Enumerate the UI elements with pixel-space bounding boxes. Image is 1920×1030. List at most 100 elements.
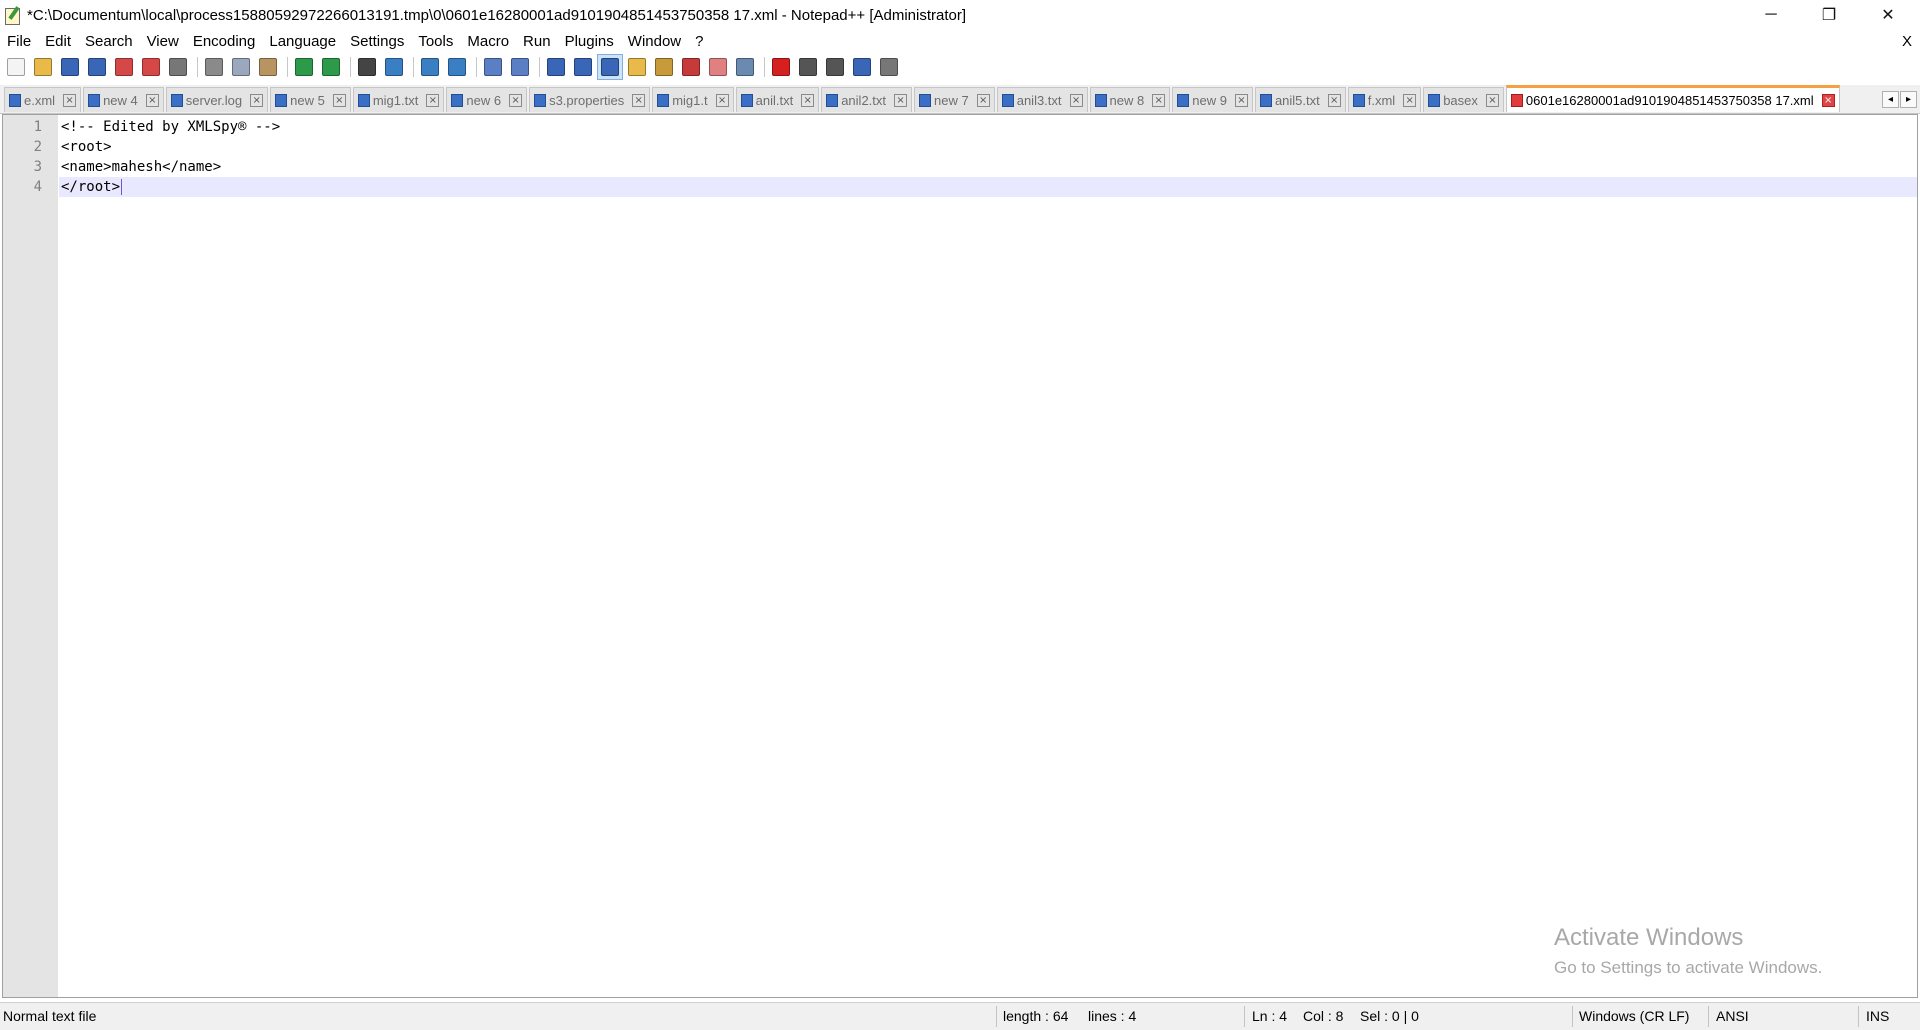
tab-close-icon[interactable]: × — [1234, 93, 1248, 107]
tab-new-9[interactable]: new 9 × — [1172, 87, 1253, 112]
cut-button[interactable] — [202, 55, 226, 79]
function-list-button[interactable] — [652, 55, 676, 79]
run-macro-multiple-button[interactable] — [850, 55, 874, 79]
tab-mig1-t[interactable]: mig1.t × — [652, 87, 734, 112]
play-macro-button[interactable] — [823, 55, 847, 79]
tab-new-8[interactable]: new 8 × — [1089, 87, 1171, 112]
new-file-button[interactable] — [4, 55, 28, 79]
menu-search[interactable]: Search — [78, 30, 140, 53]
tab-close-icon[interactable]: × — [1403, 93, 1417, 107]
menu-help[interactable]: ? — [688, 30, 710, 53]
tab-close-icon[interactable]: × — [63, 93, 77, 107]
menu-window[interactable]: Window — [621, 30, 688, 53]
menu-view[interactable]: View — [140, 30, 186, 53]
tab-close-icon[interactable]: × — [801, 93, 815, 107]
menu-settings[interactable]: Settings — [343, 30, 411, 53]
show-all-characters-button[interactable] — [571, 55, 595, 79]
tab-close-icon[interactable]: × — [1485, 93, 1499, 107]
tab-0601e16280001ad9101904851453750358-17-xml[interactable]: 0601e16280001ad9101904851453750358 17.xm… — [1505, 85, 1840, 112]
find-button[interactable] — [355, 55, 379, 79]
tab-close-icon[interactable]: × — [632, 93, 646, 107]
line-number[interactable]: 1 — [34, 117, 42, 137]
tab-new-6[interactable]: new 6 × — [446, 87, 528, 112]
tab-basex[interactable]: basex × — [1423, 87, 1504, 112]
line-number[interactable]: 3 — [34, 157, 42, 177]
tab-close-icon[interactable]: × — [1327, 93, 1341, 107]
save-all-button[interactable] — [85, 55, 109, 79]
tab-s3-properties[interactable]: s3.properties × — [529, 87, 651, 112]
tab-anil5-txt[interactable]: anil5.txt × — [1254, 87, 1346, 112]
open-file-button[interactable] — [31, 55, 55, 79]
redo-button[interactable] — [319, 55, 343, 79]
tab-f-xml[interactable]: f.xml × — [1347, 87, 1422, 112]
code-line[interactable]: <name>mahesh</name> — [59, 157, 1917, 177]
notepadpp-app-icon[interactable] — [3, 6, 21, 25]
sync-horizontal-button[interactable] — [508, 55, 532, 79]
tab-close-icon[interactable]: × — [1152, 93, 1166, 107]
menu-language[interactable]: Language — [262, 30, 343, 53]
user-lang-button[interactable] — [679, 55, 703, 79]
maximize-button[interactable]: ❐ — [1801, 0, 1857, 30]
line-number[interactable]: 2 — [34, 137, 42, 157]
folder-workspace-button[interactable] — [706, 55, 730, 79]
close-window-button[interactable]: ✕ — [1860, 0, 1916, 30]
word-wrap-button[interactable] — [544, 55, 568, 79]
tab-anil2-txt[interactable]: anil2.txt × — [821, 87, 913, 112]
status-eol-format[interactable]: Windows (CR LF) — [1579, 1003, 1689, 1030]
close-document-x[interactable]: X — [1902, 30, 1912, 53]
menu-file[interactable]: File — [0, 30, 38, 53]
tab-close-icon[interactable]: × — [1069, 93, 1083, 107]
tab-close-icon[interactable]: × — [332, 93, 346, 107]
sync-vertical-button[interactable] — [481, 55, 505, 79]
save-button[interactable] — [58, 55, 82, 79]
copy-button[interactable] — [229, 55, 253, 79]
monitoring-button[interactable] — [733, 55, 757, 79]
tab-close-icon[interactable]: × — [250, 93, 264, 107]
paste-button[interactable] — [256, 55, 280, 79]
tab-close-icon[interactable]: × — [426, 93, 440, 107]
close-all-button[interactable] — [139, 55, 163, 79]
line-number-gutter[interactable]: 1234 — [3, 115, 58, 997]
tab-new-4[interactable]: new 4 × — [83, 87, 164, 112]
tab-server-log[interactable]: server.log × — [165, 87, 269, 112]
code-line[interactable]: <!-- Edited by XMLSpy® --> — [59, 117, 1917, 137]
tab-anil3-txt[interactable]: anil3.txt × — [996, 87, 1088, 112]
menu-edit[interactable]: Edit — [38, 30, 78, 53]
menu-run[interactable]: Run — [516, 30, 558, 53]
minimize-button[interactable]: ─ — [1743, 0, 1799, 30]
tab-scroll-right-button[interactable]: ▸ — [1900, 91, 1917, 108]
code-text-area[interactable]: <!-- Edited by XMLSpy® --> <root> <name>ma… — [59, 117, 1917, 197]
code-line[interactable]: </root> — [59, 177, 1917, 197]
menu-tools[interactable]: Tools — [411, 30, 460, 53]
tab-close-icon[interactable]: × — [1821, 93, 1835, 107]
record-macro-button[interactable] — [769, 55, 793, 79]
line-number[interactable]: 4 — [34, 177, 42, 197]
stop-recording-button[interactable] — [796, 55, 820, 79]
tab-close-icon[interactable]: × — [894, 93, 908, 107]
close-file-button[interactable] — [112, 55, 136, 79]
zoom-out-button[interactable] — [445, 55, 469, 79]
tab-scroll-left-button[interactable]: ◂ — [1882, 91, 1899, 108]
tab-new-7[interactable]: new 7 × — [914, 87, 995, 112]
save-macro-button[interactable] — [877, 55, 901, 79]
tab-close-icon[interactable]: × — [715, 93, 729, 107]
undo-button[interactable] — [292, 55, 316, 79]
menu-macro[interactable]: Macro — [460, 30, 516, 53]
menu-encoding[interactable]: Encoding — [186, 30, 263, 53]
tab-new-5[interactable]: new 5 × — [270, 87, 351, 112]
menu-plugins[interactable]: Plugins — [558, 30, 621, 53]
replace-button[interactable] — [382, 55, 406, 79]
status-encoding[interactable]: ANSI — [1716, 1003, 1749, 1030]
zoom-in-button[interactable] — [418, 55, 442, 79]
indent-guide-button[interactable] — [597, 54, 623, 80]
code-line[interactable]: <root> — [59, 137, 1917, 157]
print-button[interactable] — [166, 55, 190, 79]
tab-e-xml[interactable]: e.xml × — [4, 87, 82, 112]
tab-mig1-txt[interactable]: mig1.txt × — [352, 87, 445, 112]
doc-map-button[interactable] — [625, 55, 649, 79]
tab-close-icon[interactable]: × — [145, 93, 159, 107]
editor-area[interactable]: 1234 <!-- Edited by XMLSpy® --> <root> <na… — [2, 114, 1918, 998]
tab-close-icon[interactable]: × — [976, 93, 990, 107]
tab-close-icon[interactable]: × — [509, 93, 523, 107]
tab-anil-txt[interactable]: anil.txt × — [735, 87, 820, 112]
